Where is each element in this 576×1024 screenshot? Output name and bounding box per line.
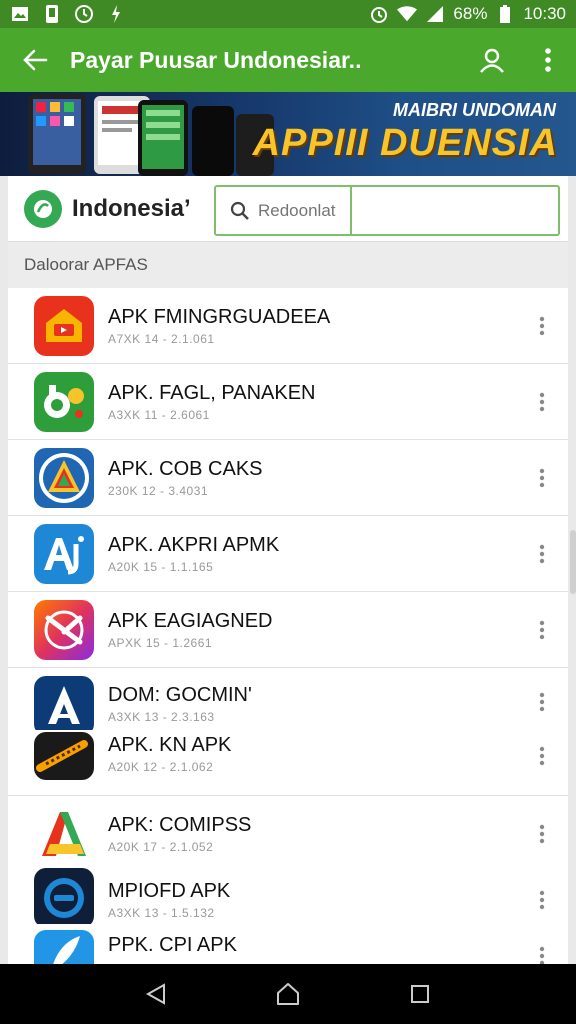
phone-icon [42, 4, 62, 24]
more-vert-icon [539, 468, 545, 488]
more-vert-icon [539, 946, 545, 966]
search-divider [350, 185, 352, 236]
banner-subtitle: MAIBRI UNDOMAN [393, 100, 556, 120]
app-meta: A20K 17 - 2.1.052 [108, 840, 214, 854]
app-name: APK FMINGRGUADEEA [108, 306, 331, 328]
more-vert-icon [539, 620, 545, 640]
color-a-icon [34, 804, 94, 864]
list-item[interactable]: APK. AKPRI APMK A20K 15 - 1.1.165 [8, 516, 568, 592]
app-name: APK EAGIAGNED [108, 610, 273, 632]
item-menu-button[interactable] [526, 458, 558, 498]
nav-home-icon [277, 983, 299, 1005]
aj-logo-icon [34, 524, 94, 584]
status-time: 10:30 [523, 4, 566, 23]
filter-row: Indonesia’ [8, 176, 568, 242]
list-item[interactable]: APK. COB CAKS 230K 12 - 3.4031 [8, 440, 568, 516]
arrow-left-icon [23, 49, 48, 71]
app-meta: A20K 15 - 1.1.165 [108, 560, 214, 574]
list-item[interactable]: APK EAGIAGNED APXK 15 - 1.2661 [8, 592, 568, 668]
app-meta: APXK 15 - 1.2661 [108, 636, 213, 650]
screen: 68% 10:30 Payar Puusar Undonesiar.. MAIB… [0, 0, 576, 1024]
item-menu-button[interactable] [526, 610, 558, 650]
country-selector[interactable]: Indonesia’ [24, 190, 191, 228]
nav-back-button[interactable] [126, 964, 186, 1024]
phones-illustration [28, 94, 274, 176]
back-button[interactable] [0, 28, 70, 92]
list-item[interactable]: DOM: GOCMIN' A3XK 13 - 2.3.163 [8, 668, 568, 736]
bp-logo-icon [34, 372, 94, 432]
signal-icon [425, 4, 445, 24]
app-name: APK. COB CAKS [108, 458, 263, 480]
triangle-logo-icon [34, 448, 94, 508]
more-vert-icon [539, 316, 545, 336]
system-nav-bar [0, 964, 576, 1024]
arrow-a-icon [34, 676, 94, 736]
list-item[interactable]: APK FMINGRGUADEEA A7XK 14 - 2.1.061 [8, 288, 568, 364]
more-vert-icon [539, 824, 545, 844]
app-meta: A3XK 13 - 1.5.132 [108, 906, 215, 920]
more-vert-icon [539, 692, 545, 712]
banner-title: APPIII DUENSIA [252, 122, 558, 164]
video-house-icon [34, 296, 94, 356]
more-vert-icon [539, 890, 545, 910]
promo-banner[interactable]: MAIBRI UNDOMAN APPIII DUENSIA [0, 92, 576, 176]
wifi-icon [397, 4, 418, 24]
battery-percent: 68% [453, 4, 488, 23]
list-item[interactable]: APK: COMIPSS A20K 17 - 2.1.052 [8, 796, 568, 864]
more-vert-icon [539, 746, 545, 766]
app-name: APK. AKPRI APMK [108, 534, 280, 556]
app-name: APK. FAGL, PANAKEN [108, 382, 316, 404]
item-menu-button[interactable] [526, 306, 558, 346]
nav-recents-button[interactable] [390, 964, 450, 1024]
nav-home-button[interactable] [258, 964, 318, 1024]
nav-back-icon [145, 983, 165, 1005]
battery-icon [495, 4, 515, 24]
gradient-x-icon [34, 600, 94, 660]
main-panel: Indonesia’ Daloorar APFAS APK FMINGRGUAD… [8, 176, 568, 976]
instrument-icon [34, 732, 94, 780]
app-name: APK. KN APK [108, 734, 232, 756]
status-bar: 68% 10:30 [0, 0, 576, 28]
section-header: Daloorar APFAS [8, 242, 568, 288]
app-meta: A3XK 11 - 2.6061 [108, 408, 210, 422]
more-vert-icon [539, 544, 545, 564]
list-item[interactable]: APK. KN APK A20K 12 - 2.1.062 [8, 730, 568, 796]
app-name: DOM: GOCMIN' [108, 684, 252, 706]
item-menu-button[interactable] [526, 880, 558, 920]
alarm-icon [369, 4, 389, 24]
item-menu-button[interactable] [526, 382, 558, 422]
app-meta: 230K 12 - 3.4031 [108, 484, 209, 498]
chat-globe-icon [24, 190, 62, 228]
page-title: Payar Puusar Undonesiar.. [70, 46, 362, 73]
search-icon [226, 201, 254, 221]
app-name: MPIOFD APK [108, 880, 231, 902]
clock-icon [74, 4, 94, 24]
app-meta: A7XK 14 - 2.1.061 [108, 332, 215, 346]
item-menu-button[interactable] [526, 534, 558, 574]
app-name: APK: COMIPSS [108, 814, 252, 836]
list-item[interactable]: APK. FAGL, PANAKEN A3XK 11 - 2.6061 [8, 364, 568, 440]
item-menu-button[interactable] [526, 736, 558, 776]
more-vert-icon [539, 392, 545, 412]
country-label: Indonesia’ [72, 195, 191, 222]
bolt-icon [106, 4, 126, 24]
scrollbar[interactable] [570, 530, 576, 594]
image-icon [10, 4, 30, 24]
search-input[interactable] [254, 200, 346, 221]
item-menu-button[interactable] [526, 814, 558, 854]
nav-recents-icon [411, 985, 429, 1003]
more-vert-icon [545, 48, 551, 72]
overflow-menu-button[interactable] [520, 28, 576, 92]
app-meta: A3XK 13 - 2.3.163 [108, 710, 215, 724]
profile-button[interactable] [464, 28, 520, 92]
app-bar: Payar Puusar Undonesiar.. [0, 28, 576, 92]
circle-logo-icon [34, 868, 94, 928]
person-icon [480, 48, 504, 73]
search-box[interactable] [214, 185, 560, 236]
app-meta: A20K 12 - 2.1.062 [108, 760, 214, 774]
item-menu-button[interactable] [526, 682, 558, 722]
app-name: PPK. CPI APK [108, 934, 237, 956]
list-item[interactable]: MPIOFD APK A3XK 13 - 1.5.132 [8, 862, 568, 928]
